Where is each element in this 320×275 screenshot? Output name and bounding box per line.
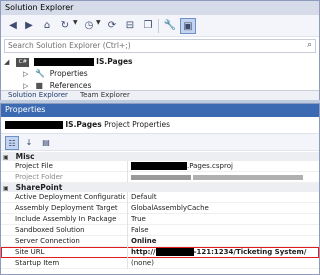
solution-explorer-title: Solution Explorer: [1, 1, 319, 15]
property-name: Site URL: [15, 248, 45, 256]
forward-icon[interactable]: ▶: [21, 18, 37, 34]
pending-changes-icon[interactable]: ◷: [81, 18, 97, 34]
alphabetical-icon[interactable]: ↓: [22, 136, 36, 150]
properties-title: Properties: [1, 104, 319, 117]
properties-object-type: Project Properties: [104, 120, 171, 129]
category-label: SharePoint: [15, 183, 63, 192]
redacted-text: [155, 248, 194, 256]
property-row-project-file[interactable]: Project File .Pages.csproj: [1, 161, 319, 172]
property-row-server-connection[interactable]: Server Connection Online: [1, 236, 319, 247]
search-placeholder: Search Solution Explorer (Ctrl+;): [8, 41, 131, 50]
tree-item-label: References: [49, 81, 92, 90]
property-name: Startup Item: [15, 259, 60, 267]
redacted-text: [193, 174, 304, 180]
project-name: IS.Pages: [96, 57, 133, 66]
category-misc[interactable]: ▣ Misc: [1, 152, 319, 161]
property-name: Server Connection: [15, 237, 80, 245]
property-pages-icon[interactable]: ▤: [39, 136, 53, 150]
property-name: Assembly Deployment Target: [15, 204, 118, 212]
property-row-include-assembly-in-package[interactable]: Include Assembly In Package True: [1, 214, 319, 225]
property-row-site-url[interactable]: Site URL http:// -121:1234/Ticketing Syst…: [1, 247, 319, 258]
search-icon[interactable]: ⌕: [307, 40, 312, 50]
copy-icon[interactable]: ❐: [140, 18, 156, 34]
property-row-sandboxed-solution[interactable]: Sandboxed Solution False: [1, 225, 319, 236]
chevron-down-icon[interactable]: ▼: [96, 19, 101, 26]
property-row-project-folder[interactable]: Project Folder: [1, 172, 319, 183]
solution-explorer-tab-strip: Solution Explorer Team Explorer: [1, 90, 319, 100]
tree-item-project[interactable]: ◢ C# IS.Pages: [4, 56, 316, 68]
sync-icon[interactable]: ↻: [57, 18, 73, 34]
property-row-active-deployment-configuration[interactable]: Active Deployment Configuration Default: [1, 192, 319, 203]
property-value: [131, 172, 317, 183]
column-divider: [127, 247, 128, 258]
wrench-icon: 🔧: [35, 69, 46, 78]
url-rest: -121:1234/Ticketing System/: [193, 248, 307, 256]
preview-selected-icon[interactable]: ▣: [180, 18, 196, 34]
column-divider: [127, 192, 128, 203]
csharp-project-icon: C#: [16, 57, 30, 67]
column-divider: [127, 258, 128, 269]
redacted-text: [5, 121, 63, 129]
property-row-assembly-deployment-target[interactable]: Assembly Deployment Target GlobalAssembl…: [1, 203, 319, 214]
chevron-down-icon[interactable]: ▼: [73, 19, 78, 26]
column-divider: [127, 236, 128, 247]
property-value[interactable]: http:// -121:1234/Ticketing System/: [131, 247, 317, 258]
category-label: Misc: [15, 152, 35, 161]
categorized-icon[interactable]: ☷: [5, 136, 19, 150]
property-value: GlobalAssemblyCache: [131, 204, 209, 212]
expand-collapse-icon[interactable]: ◢: [4, 56, 14, 68]
refresh-icon[interactable]: ⟳: [104, 18, 120, 34]
properties-object-selector[interactable]: IS.Pages Project Properties: [5, 119, 317, 131]
toolbar-divider: [158, 19, 159, 33]
category-sharepoint[interactable]: ▣ SharePoint: [1, 183, 319, 192]
expand-icon[interactable]: ▷: [23, 68, 33, 80]
url-scheme: http://: [131, 248, 156, 256]
property-name: Project File: [15, 162, 53, 170]
redacted-text: [131, 174, 191, 180]
redacted-text: [33, 58, 94, 66]
property-value-text: .Pages.csproj: [187, 162, 233, 170]
tree-item-label: Properties: [49, 69, 88, 78]
property-value: False: [131, 226, 149, 234]
solution-explorer-panel: Solution Explorer ◀ ▶ ⌂ ↻ ▼ ◷ ▼ ⟳ ⊟ ❐ 🔧 …: [0, 0, 320, 100]
tree-item-properties[interactable]: ▷ 🔧 Properties: [23, 68, 88, 80]
search-input[interactable]: Search Solution Explorer (Ctrl+;) ⌕: [4, 39, 316, 53]
home-icon[interactable]: ⌂: [39, 18, 55, 34]
property-name: Include Assembly In Package: [15, 215, 117, 223]
back-icon[interactable]: ◀: [5, 18, 21, 34]
redacted-text: [131, 162, 187, 170]
wrench-icon[interactable]: 🔧: [162, 18, 178, 34]
tab-team-explorer[interactable]: Team Explorer: [77, 91, 133, 100]
column-divider: [127, 203, 128, 214]
properties-toolbar: ☷ ↓ ▤: [1, 133, 319, 151]
property-row-startup-item[interactable]: Startup Item (none): [1, 258, 319, 269]
property-value: .Pages.csproj: [131, 161, 317, 172]
tab-solution-explorer[interactable]: Solution Explorer: [5, 91, 71, 100]
property-value: Online: [131, 237, 157, 245]
solution-explorer-toolbar: ◀ ▶ ⌂ ↻ ▼ ◷ ▼ ⟳ ⊟ ❐ 🔧 ▣: [1, 15, 319, 37]
property-name: Active Deployment Configuration: [15, 193, 125, 201]
collapse-all-icon[interactable]: ⊟: [122, 18, 138, 34]
property-value: (none): [131, 259, 154, 267]
column-divider: [127, 172, 128, 183]
property-name: Project Folder: [15, 173, 63, 181]
property-value: Default: [131, 193, 157, 201]
column-divider: [127, 214, 128, 225]
property-grid: ▣ Misc Project File .Pages.csproj Projec…: [1, 152, 319, 269]
property-value: True: [131, 215, 146, 223]
properties-object-name: IS.Pages: [65, 120, 102, 129]
properties-panel: Properties IS.Pages Project Properties ☷…: [0, 103, 320, 275]
column-divider: [127, 161, 128, 172]
column-divider: [127, 225, 128, 236]
property-name: Sandboxed Solution: [15, 226, 85, 234]
